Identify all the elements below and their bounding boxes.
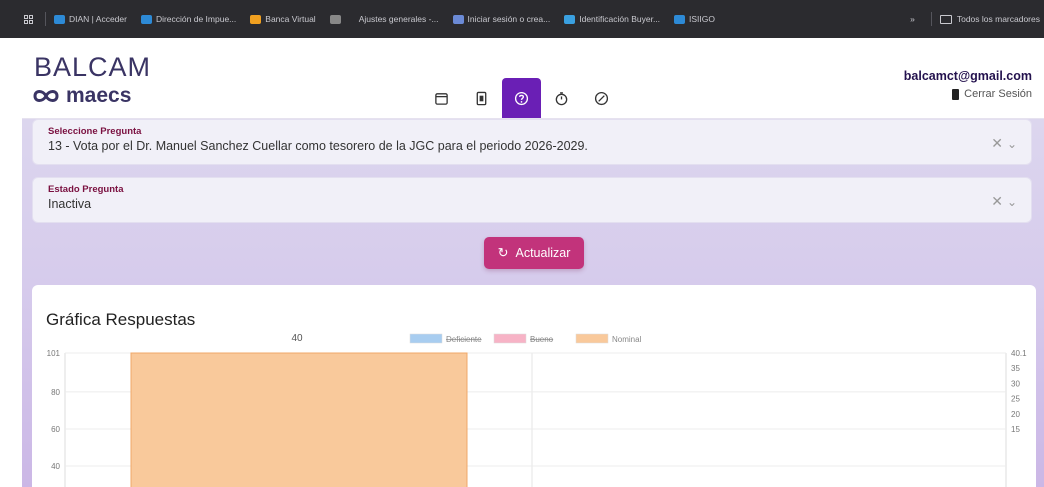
bookmark-item[interactable]: Ajustes generales -...: [359, 14, 439, 24]
bookmark-list: DIAN | Acceder Dirección de Impue... Banca…: [54, 14, 729, 24]
bookmarks-divider: [45, 12, 46, 26]
infinity-logo-icon: [33, 90, 59, 102]
clear-icon[interactable]: ✕: [991, 193, 1003, 210]
main-nav: [422, 78, 622, 118]
legend-swatch: [409, 333, 443, 344]
bar-data-label: 40: [291, 333, 303, 344]
status-select-controls: ✕ ⌄: [991, 193, 1017, 210]
bookmark-item[interactable]: Identificación Buyer...: [564, 14, 660, 24]
answers-chart: 101 80 60 40 40.1 35 30 25 20 15 40 Deficiente Bueno…: [47, 333, 1027, 487]
chevron-down-icon[interactable]: ⌄: [1007, 137, 1017, 151]
y-right-tick-label: 40.1: [1011, 349, 1027, 358]
bookmark-label: Banca Virtual: [265, 14, 316, 24]
bookmark-favicon-icon: [674, 14, 686, 24]
bar-nominal: [130, 352, 468, 487]
bookmark-item[interactable]: Iniciar sesión o crea...: [452, 14, 551, 24]
tab-calendar[interactable]: [422, 78, 461, 118]
y-left-tick-label: 80: [51, 388, 60, 397]
more-bookmarks-button[interactable]: »: [910, 14, 915, 24]
bookmark-label: Ajustes generales -...: [358, 14, 439, 24]
brand-logo[interactable]: maecs: [32, 84, 131, 108]
bookmarks-bar: DIAN | Acceder Dirección de Impue... Banca…: [0, 0, 1044, 38]
y-right-tick-label: 30: [1011, 379, 1020, 388]
refresh-icon: ↻: [497, 245, 509, 260]
bookmark-label: Dirección de Impue...: [155, 14, 237, 24]
main-content: Seleccione Pregunta 13 - Vota por el Dr.…: [22, 119, 1044, 487]
bookmark-item[interactable]: DIAN | Acceder: [54, 14, 127, 24]
status-select-label: Estado Pregunta: [48, 184, 124, 195]
legend-label: Deficiente: [446, 335, 482, 344]
bookmarks-right: » Todos los marcadores: [902, 0, 1044, 38]
logout-button[interactable]: Cerrar Sesión: [952, 88, 1032, 100]
question-select[interactable]: Seleccione Pregunta 13 - Vota por el Dr.…: [32, 119, 1032, 165]
bookmark-favicon-icon: [329, 14, 341, 24]
y-right-tick-label: 20: [1011, 410, 1020, 419]
timer-icon: [555, 91, 568, 105]
document-icon: [476, 91, 487, 105]
question-icon: [514, 91, 529, 105]
brand-name: BALCAM: [34, 52, 152, 82]
legend-label: Bueno: [530, 335, 554, 344]
legend-label: Nominal: [612, 335, 642, 344]
user-email: balcamct@gmail.com: [903, 69, 1032, 83]
y-left-tick-label: 101: [47, 349, 61, 358]
y-right-tick-label: 35: [1011, 364, 1020, 373]
tab-timer[interactable]: [542, 78, 581, 118]
question-select-value: 13 - Vota por el Dr. Manuel Sanchez Cuel…: [48, 139, 588, 153]
bookmark-label: DIAN | Acceder: [69, 14, 127, 24]
legend-swatch: [493, 333, 527, 344]
bookmark-label: Identificación Buyer...: [579, 14, 661, 24]
clear-icon[interactable]: ✕: [991, 135, 1003, 152]
tab-questions[interactable]: [502, 78, 541, 118]
y-left-tick-label: 60: [51, 425, 60, 434]
bookmark-item[interactable]: Dirección de Impue...: [140, 14, 237, 24]
bookmark-favicon-icon: [452, 14, 464, 24]
bookmark-label: ISIIGO: [689, 14, 716, 24]
status-select-value: Inactiva: [48, 197, 92, 211]
refresh-label: Actualizar: [515, 246, 571, 260]
bookmark-item[interactable]: ISIIGO: [674, 14, 715, 24]
tab-cancel[interactable]: [582, 78, 621, 118]
folder-icon: [939, 14, 952, 24]
all-bookmarks-link[interactable]: Todos los marcadores: [957, 14, 1044, 24]
apps-grid-icon[interactable]: [24, 14, 33, 24]
y-right-tick-label: 25: [1011, 395, 1020, 404]
bookmark-item[interactable]: Banca Virtual: [250, 14, 316, 24]
y-right-tick-label: 15: [1011, 425, 1020, 434]
brand-subtitle: maecs: [66, 84, 132, 107]
bookmark-favicon-icon: [564, 14, 576, 24]
tab-document[interactable]: [462, 78, 501, 118]
refresh-button[interactable]: ↻ Actualizar: [484, 237, 584, 269]
y-left-tick-label: 40: [51, 462, 60, 471]
question-select-label: Seleccione Pregunta: [48, 126, 142, 137]
logout-icon: [952, 88, 960, 100]
calendar-icon: [435, 92, 448, 105]
cancel-icon: [594, 91, 609, 105]
chart-card: Gráfica Respuestas 101 80 60 40 40.1 35 30 25 20…: [32, 285, 1036, 487]
chevron-down-icon[interactable]: ⌄: [1007, 195, 1017, 209]
app-header: BALCAM maecs balcamct@gmail.com Cerrar S…: [22, 38, 1044, 119]
logout-label: Cerrar Sesión: [964, 88, 1032, 100]
bookmark-favicon-icon: [54, 14, 65, 24]
bookmark-favicon-icon: [250, 14, 262, 24]
legend-swatch: [575, 333, 609, 344]
status-select[interactable]: Estado Pregunta Inactiva ✕ ⌄: [32, 177, 1032, 223]
bookmark-item[interactable]: [329, 14, 345, 24]
bookmarks-divider: [930, 12, 932, 26]
bookmark-favicon-icon: [140, 14, 152, 24]
bookmark-label: Iniciar sesión o crea...: [467, 14, 551, 24]
question-select-controls: ✕ ⌄: [991, 135, 1017, 152]
